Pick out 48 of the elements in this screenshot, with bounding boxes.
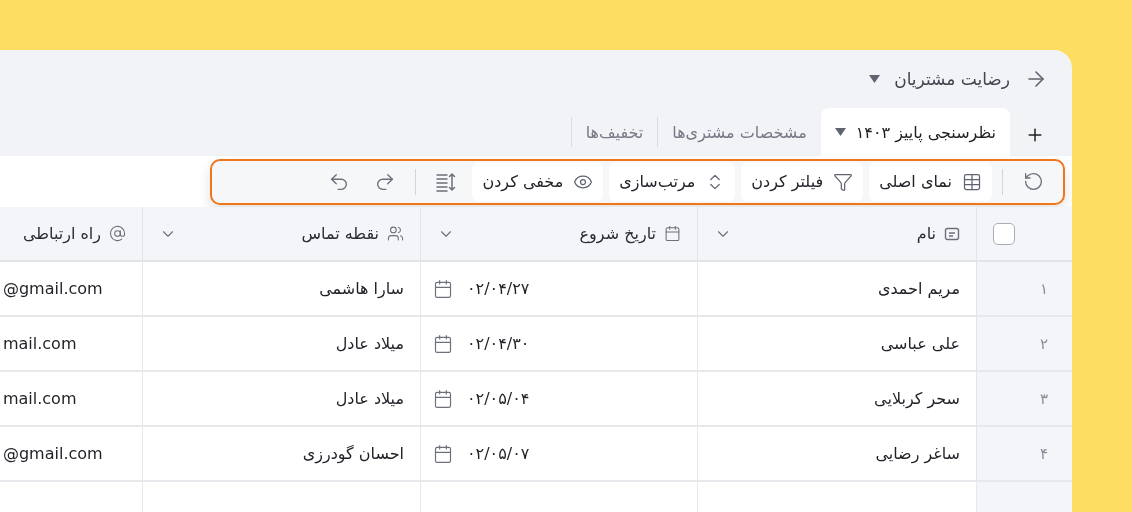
toolbar-button[interactable]: مخفی کردن	[472, 162, 604, 201]
table-cell: mail.com	[0, 372, 142, 427]
table-cell: مریم احمدی	[697, 262, 976, 317]
calendar-icon	[433, 443, 453, 464]
select-all-checkbox[interactable]	[993, 222, 1015, 245]
column-title: راه ارتباطی	[22, 224, 101, 243]
table-cell: @gmail.com	[0, 262, 142, 317]
page-title: رضایت مشتریان	[894, 69, 1010, 90]
tab[interactable]: نظرسنجی پاییز ۱۴۰۳	[820, 108, 1010, 157]
table-cell: علی عباسی	[697, 317, 976, 372]
calendar-icon	[664, 225, 681, 242]
table-icon	[962, 171, 982, 192]
date-text: ۰۲/۰۴/۳۰	[467, 334, 530, 353]
column-title: نقطه تماس	[301, 224, 379, 243]
at-sign-icon	[109, 225, 126, 242]
row-number: ۴	[976, 427, 1072, 482]
column-header[interactable]: نام	[697, 207, 976, 262]
calendar-icon	[433, 333, 453, 354]
table-cell: mail.com	[0, 317, 142, 372]
calendar-icon	[433, 278, 453, 299]
toolbar-button[interactable]: فیلتر کردن	[741, 162, 864, 201]
caret-icon	[834, 128, 846, 137]
date-text: ۰۲/۰۵/۰۴	[467, 389, 530, 408]
date-text: ۰۲/۰۴/۲۷	[467, 279, 530, 298]
filter-icon	[833, 171, 854, 192]
refresh-icon[interactable]	[1022, 171, 1044, 193]
table-cell: سحر کربلایی	[697, 372, 976, 427]
row-height-icon[interactable]	[435, 170, 458, 193]
column-header[interactable]: راه ارتباطی	[0, 207, 142, 262]
users-icon	[387, 225, 404, 242]
column-title: نام	[916, 224, 936, 243]
tab[interactable]: تخفیف‌ها	[571, 108, 658, 157]
table-cell: میلاد عادل	[142, 372, 420, 427]
tab[interactable]: مشخصات مشتری‌ها	[658, 108, 821, 157]
row-number: ۳	[976, 372, 1072, 427]
row-number: ۱	[976, 262, 1072, 317]
row-number: ۲	[976, 317, 1072, 372]
toolbar-button[interactable]: نمای اصلی	[869, 162, 992, 201]
column-header[interactable]: نقطه تماس	[142, 207, 420, 262]
toolbar-button[interactable]: مرتب‌سازی	[609, 162, 736, 201]
table-cell: سارا هاشمی	[142, 262, 420, 317]
column-header[interactable]: تاریخ شروع	[420, 207, 697, 262]
column-title: تاریخ شروع	[579, 224, 656, 243]
text-field-icon	[944, 225, 960, 242]
table-cell: میلاد عادل	[142, 317, 420, 372]
caret-icon	[869, 75, 881, 84]
calendar-icon	[433, 388, 453, 409]
date-text: ۰۲/۰۵/۰۷	[467, 444, 530, 463]
